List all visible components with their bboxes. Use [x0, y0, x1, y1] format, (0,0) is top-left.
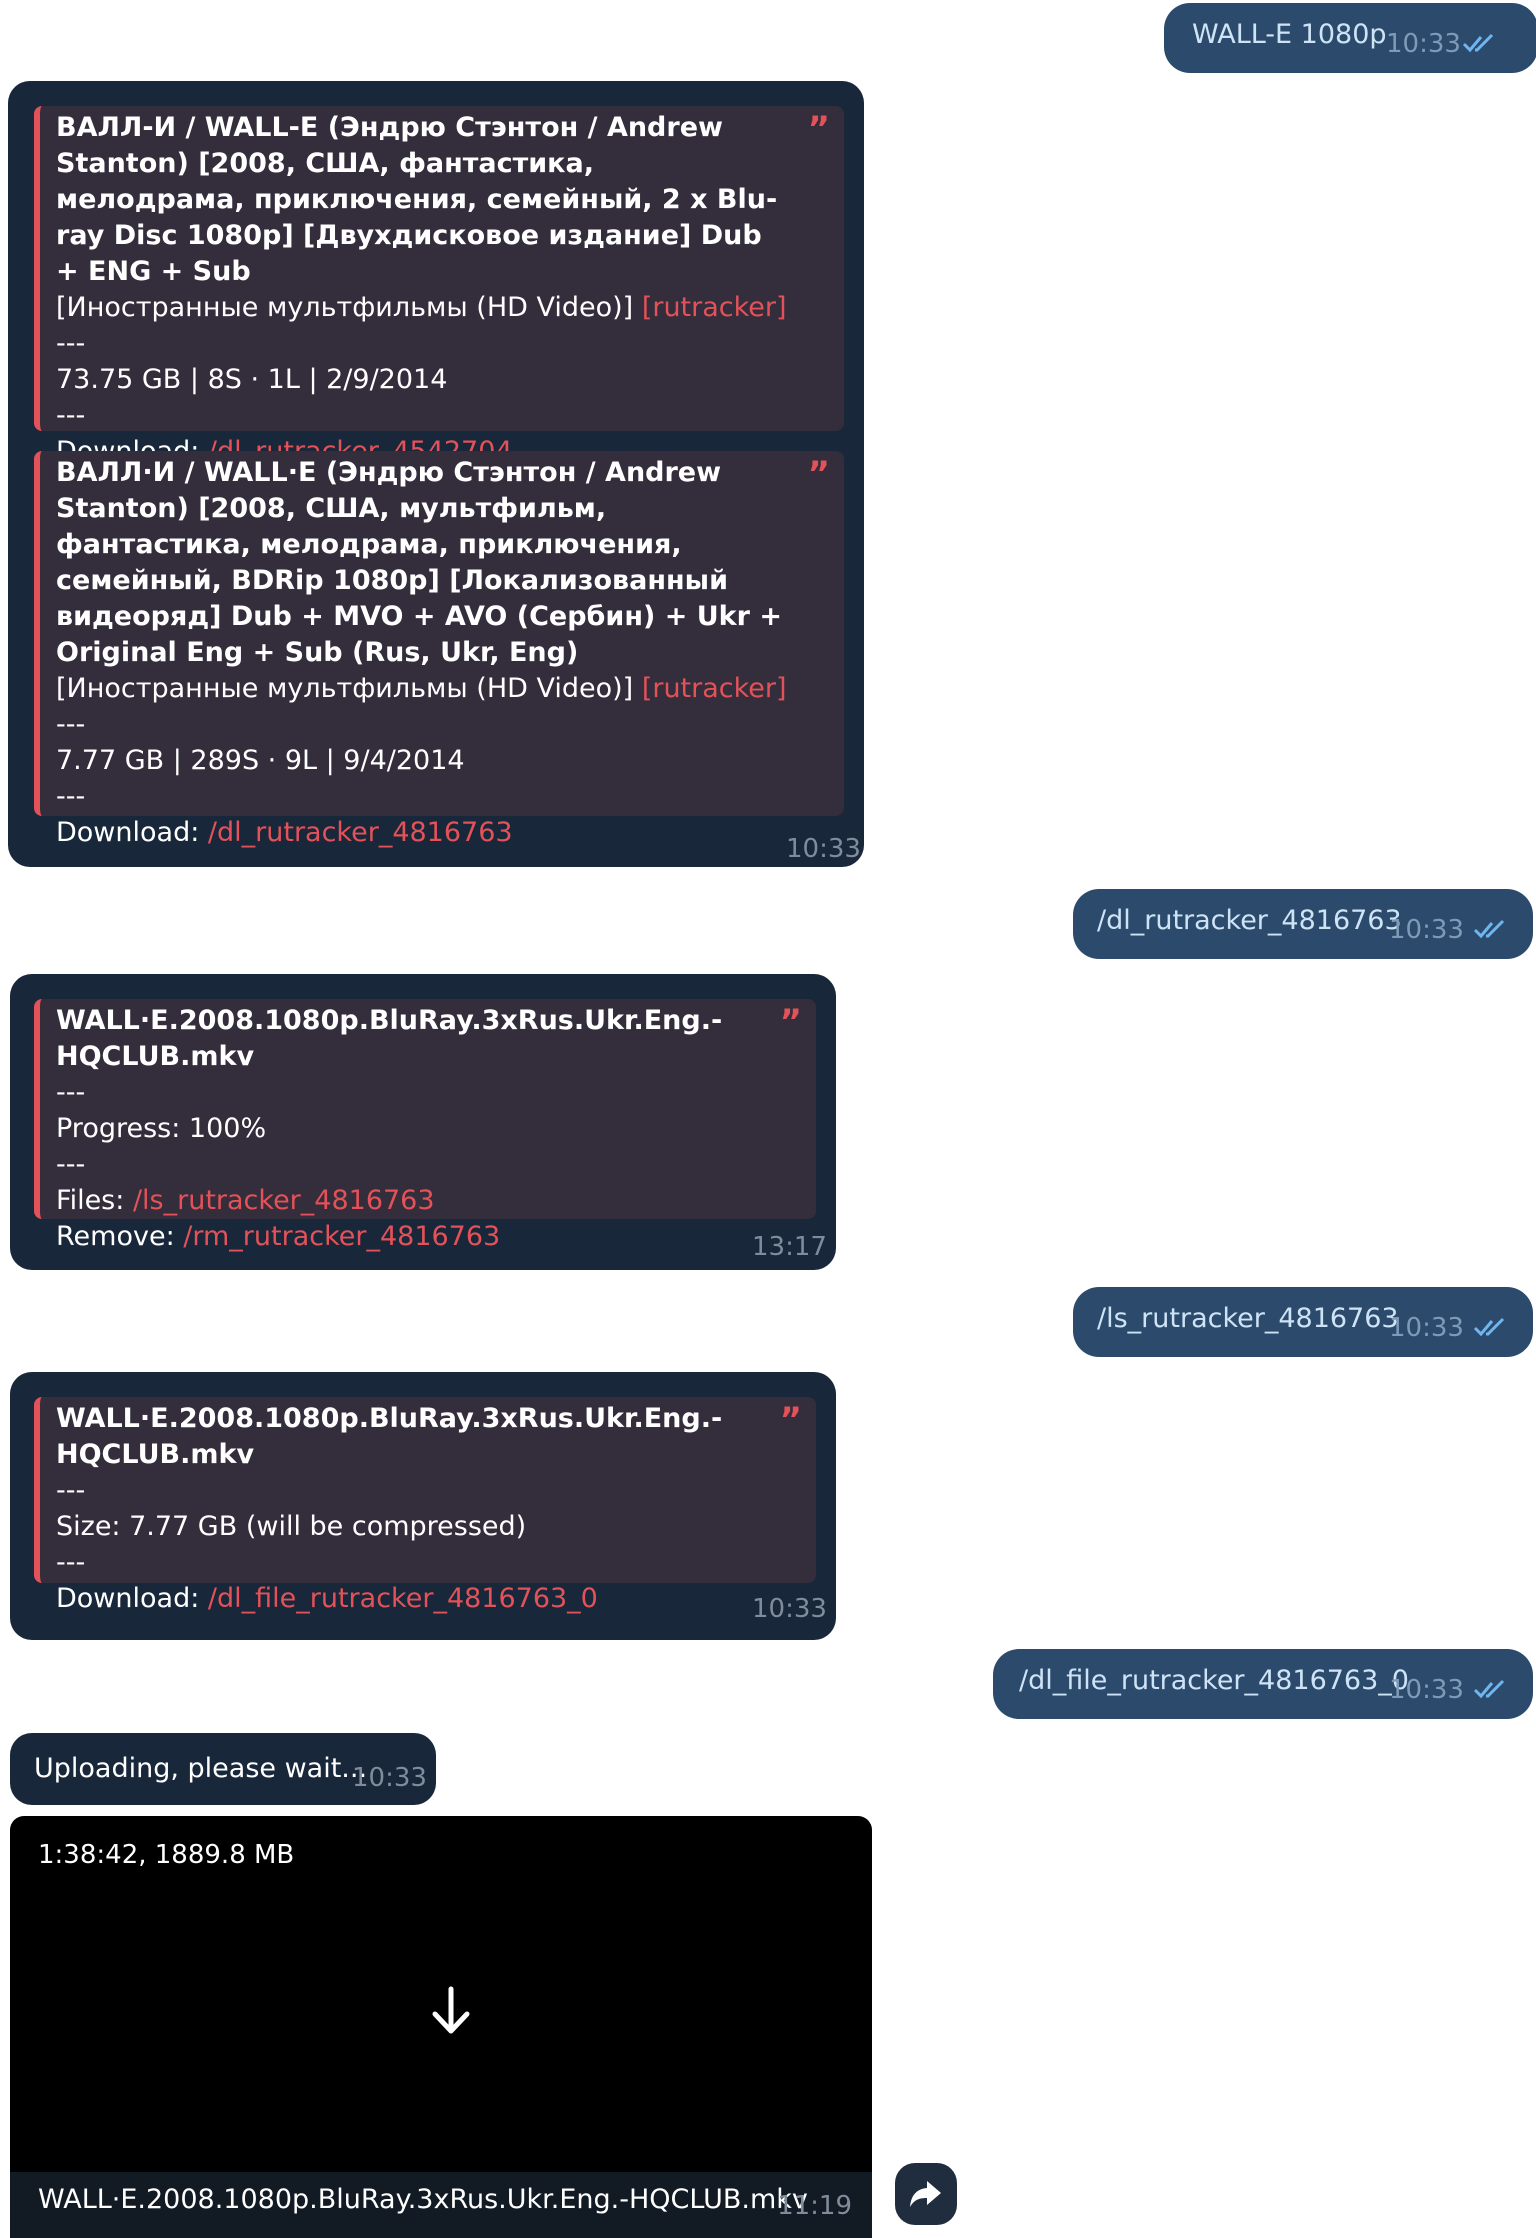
progress-text: Progress: 100%	[56, 1113, 267, 1144]
download-row: Download: /dl_file_rutracker_4816763_0	[56, 1583, 598, 1614]
message-text: Uploading, please wait...	[34, 1753, 368, 1784]
video-file-message[interactable]: 1:38:42, 1889.8 MB WALL·E.2008.1080p.Blu…	[10, 1816, 872, 2238]
message-time: 13:17	[752, 1232, 827, 1262]
incoming-message-search-results: ВАЛЛ-И / WALL-E (Эндрю Стэнтон / Andrew …	[8, 81, 864, 867]
file-title: WALL·E.2008.1080p.BluRay.3xRus.Ukr.Eng.-…	[56, 1403, 723, 1470]
outgoing-message[interactable]: /ls_rutracker_4816763 10:33	[1073, 1287, 1533, 1357]
size-text: Size: 7.77 GB (will be compressed)	[56, 1511, 527, 1542]
files-row: Files: /ls_rutracker_4816763	[56, 1185, 435, 1216]
outgoing-message[interactable]: /dl_file_rutracker_4816763_0 10:33	[993, 1649, 1533, 1719]
message-time: 10:33	[786, 834, 861, 864]
download-status-card: WALL·E.2008.1080p.BluRay.3xRus.Ukr.Eng.-…	[34, 999, 816, 1252]
video-filename: WALL·E.2008.1080p.BluRay.3xRus.Ukr.Eng.-…	[38, 2184, 808, 2215]
quote-icon: ”	[779, 1002, 802, 1042]
separator: ---	[56, 1547, 86, 1578]
result-title: ВАЛЛ·И / WALL·E (Эндрю Стэнтон / Andrew …	[56, 457, 782, 668]
message-time: 11:19	[777, 2191, 852, 2221]
files-command-link[interactable]: /ls_rutracker_4816763	[133, 1185, 435, 1216]
result-category: [Иностранные мультфильмы (HD Video)] [ru…	[56, 292, 787, 323]
separator: ---	[56, 400, 86, 431]
result-stats: 7.77 GB | 289S · 9L | 9/4/2014	[56, 745, 465, 776]
remove-row: Remove: /rm_rutracker_4816763	[56, 1221, 501, 1252]
double-check-icon	[1462, 33, 1494, 53]
separator: ---	[56, 709, 86, 740]
result-stats: 73.75 GB | 8S · 1L | 2/9/2014	[56, 364, 448, 395]
message-time: 10:33	[752, 1594, 827, 1624]
search-result-2: ВАЛЛ·И / WALL·E (Эндрю Стэнтон / Andrew …	[34, 451, 844, 848]
incoming-message-file-info: WALL·E.2008.1080p.BluRay.3xRus.Ukr.Eng.-…	[10, 1372, 836, 1640]
share-icon	[910, 2181, 941, 2207]
download-row: Download: /dl_rutracker_4816763	[56, 817, 513, 848]
source-link[interactable]: [rutracker]	[642, 673, 787, 704]
remove-command-link[interactable]: /rm_rutracker_4816763	[183, 1221, 500, 1252]
message-time: 10:33	[1389, 1675, 1464, 1705]
separator: ---	[56, 1475, 86, 1506]
download-command-link[interactable]: /dl_rutracker_4816763	[208, 817, 513, 848]
separator: ---	[56, 1149, 86, 1180]
incoming-message-uploading: Uploading, please wait... 10:33	[10, 1733, 436, 1805]
message-time: 10:33	[1386, 29, 1461, 59]
double-check-icon	[1473, 1679, 1505, 1699]
double-check-icon	[1473, 1317, 1505, 1337]
separator: ---	[56, 328, 86, 359]
message-time: 10:33	[1389, 915, 1464, 945]
result-title: ВАЛЛ-И / WALL-E (Эндрю Стэнтон / Andrew …	[56, 112, 778, 287]
incoming-message-download-status: WALL·E.2008.1080p.BluRay.3xRus.Ukr.Eng.-…	[10, 974, 836, 1270]
message-text: /ls_rutracker_4816763	[1097, 1303, 1399, 1334]
share-button[interactable]	[895, 2163, 957, 2225]
message-time: 10:33	[1389, 1313, 1464, 1343]
separator: ---	[56, 1077, 86, 1108]
double-check-icon	[1473, 919, 1505, 939]
result-category: [Иностранные мультфильмы (HD Video)] [ru…	[56, 673, 787, 704]
quote-icon: ”	[779, 1400, 802, 1440]
outgoing-message[interactable]: WALL-E 1080p 10:33	[1164, 3, 1536, 73]
file-title: WALL·E.2008.1080p.BluRay.3xRus.Ukr.Eng.-…	[56, 1005, 723, 1072]
source-link[interactable]: [rutracker]	[642, 292, 787, 323]
download-file-command-link[interactable]: /dl_file_rutracker_4816763_0	[208, 1583, 598, 1614]
video-duration-size: 1:38:42, 1889.8 MB	[38, 1840, 295, 1870]
search-result-1: ВАЛЛ-И / WALL-E (Эндрю Стэнтон / Andrew …	[34, 106, 844, 467]
outgoing-message[interactable]: /dl_rutracker_4816763 10:33	[1073, 889, 1533, 959]
message-text: WALL-E 1080p	[1192, 19, 1387, 50]
file-info-card: WALL·E.2008.1080p.BluRay.3xRus.Ukr.Eng.-…	[34, 1397, 816, 1614]
separator: ---	[56, 781, 86, 812]
download-arrow-icon[interactable]	[427, 1983, 475, 2039]
message-text: /dl_file_rutracker_4816763_0	[1019, 1665, 1409, 1696]
quote-icon: ”	[807, 109, 830, 149]
quote-icon: ”	[807, 454, 830, 494]
message-time: 10:33	[352, 1763, 427, 1793]
message-text: /dl_rutracker_4816763	[1097, 905, 1402, 936]
